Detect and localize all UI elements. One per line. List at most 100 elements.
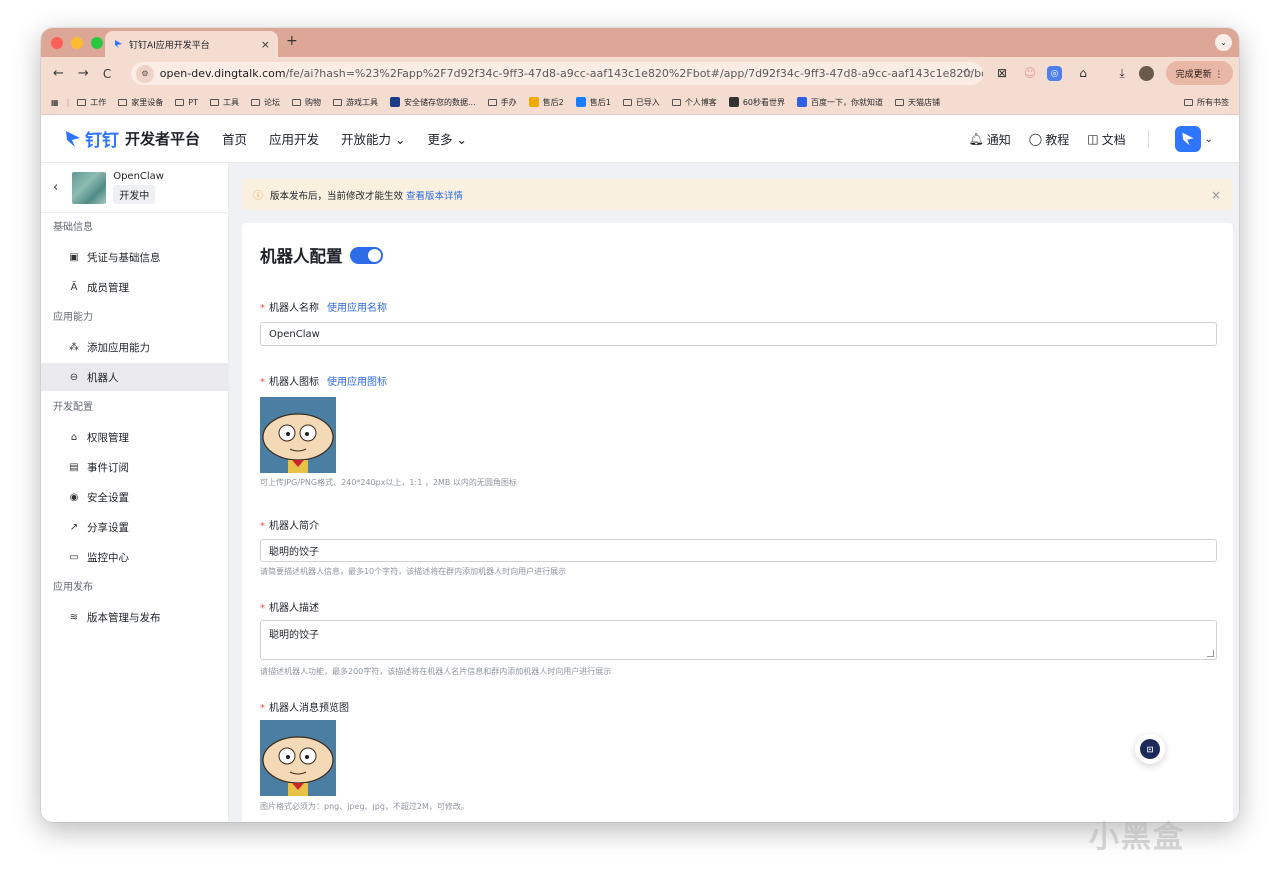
browser-tab-active[interactable]: 钉钉AI应用开发平台 × bbox=[105, 31, 278, 57]
bookmark-item[interactable]: 工作 bbox=[77, 97, 106, 108]
use-app-name-link[interactable]: 使用应用名称 bbox=[327, 303, 387, 314]
new-tab-button[interactable]: + bbox=[286, 33, 298, 49]
notice-banner: ⓘ 版本发布后，当前修改才能生效 查看版本详情 × bbox=[242, 179, 1233, 210]
notice-close-icon[interactable]: × bbox=[1211, 188, 1221, 202]
app-thumbnail bbox=[72, 171, 107, 204]
window-controls bbox=[51, 37, 103, 49]
bookmark-item[interactable]: 手办 bbox=[487, 97, 517, 108]
bookmark-label: 家里设备 bbox=[131, 97, 164, 107]
notify-button[interactable]: 🔔︎ 通知 bbox=[969, 131, 1011, 148]
bookmark-item[interactable]: 游戏工具 bbox=[332, 97, 378, 108]
folder-icon bbox=[895, 98, 904, 106]
bookmark-item[interactable]: 购物 bbox=[291, 97, 321, 108]
downloads-icon[interactable]: ⤓ bbox=[1113, 64, 1131, 82]
robot-enable-toggle[interactable] bbox=[349, 246, 383, 264]
add-capability-icon: ⁂ bbox=[69, 341, 79, 353]
avatar-chevron-down-icon[interactable]: ⌄ bbox=[1205, 134, 1213, 145]
sidebar-item-label: 安全设置 bbox=[87, 491, 129, 504]
sidebar-item[interactable]: ↗ 分享设置 bbox=[41, 513, 228, 541]
robot-icon-hint: 可上传JPG/PNG格式、240*240px以上，1:1 ，2MB 以内的无圆角… bbox=[260, 478, 517, 487]
assistant-floating-button[interactable]: ⊡ bbox=[1135, 734, 1165, 764]
bookmark-item[interactable]: 工具 bbox=[209, 97, 239, 108]
nav-more[interactable]: 更多 ⌄ bbox=[428, 129, 467, 148]
bookmark-label: 百度一下，你就知道 bbox=[811, 97, 883, 107]
sidebar-item[interactable]: ⁂ 添加应用能力 bbox=[41, 333, 228, 361]
robot-name-label-text: 机器人名称 bbox=[269, 303, 319, 314]
robot-name-input[interactable]: OpenClaw bbox=[260, 322, 1217, 346]
required-mark: * bbox=[260, 377, 265, 388]
nav-app-dev[interactable]: 应用开发 bbox=[269, 129, 319, 148]
extensions-puzzle-icon[interactable]: ⌂ bbox=[1074, 64, 1092, 82]
docs-button[interactable]: ◫ 文档 bbox=[1087, 131, 1125, 148]
complete-update-button[interactable]: 完成更新 ⋮ bbox=[1166, 61, 1233, 85]
bookmarks-bar: ▦ | 工作 家里设备 PT 工具 论坛 购物 游戏工具 安全储存您的数据... 手办 售后2 售后… bbox=[41, 90, 1239, 115]
bookmark-item[interactable]: 售后2 bbox=[528, 97, 564, 108]
app-summary: ‹ OpenClaw 开发中 bbox=[41, 163, 228, 213]
bookmark-item[interactable]: 60秒看世界 bbox=[728, 97, 785, 108]
bookmark-item[interactable]: 家里设备 bbox=[118, 97, 163, 108]
user-avatar[interactable] bbox=[1174, 126, 1201, 152]
lock-icon: ⌂ bbox=[70, 431, 78, 443]
robot-intro-input[interactable]: 聪明的饺子 bbox=[260, 539, 1217, 562]
site-info-icon[interactable]: ⚙ bbox=[136, 64, 154, 83]
sidebar-item[interactable]: ⌂ 权限管理 bbox=[41, 423, 228, 451]
back-arrow-icon[interactable]: ← bbox=[53, 66, 64, 81]
sidebar-item[interactable]: Ä 成员管理 bbox=[41, 273, 228, 301]
view-version-details-link[interactable]: 查看版本详情 bbox=[406, 188, 463, 202]
extension-cat-icon[interactable]: ☺ bbox=[1021, 64, 1039, 82]
bookmark-item[interactable]: 百度一下，你就知道 bbox=[797, 97, 883, 108]
apps-grid-icon[interactable]: ▦ bbox=[51, 98, 59, 107]
reload-icon[interactable]: C bbox=[103, 67, 111, 81]
dingtalk-logo[interactable]: 钉钉 开发者平台 bbox=[65, 126, 200, 151]
sidebar-item[interactable]: ⊖ 机器人 bbox=[41, 363, 228, 391]
back-chevron-icon[interactable]: ‹ bbox=[53, 180, 58, 195]
minimize-window-button[interactable] bbox=[71, 37, 83, 49]
robot-icon-label: * 机器人图标 使用应用图标 bbox=[260, 373, 387, 388]
bookmark-item[interactable]: 安全储存您的数据... bbox=[389, 97, 476, 108]
logo-dingtalk-text: 钉钉 bbox=[85, 131, 119, 151]
tab-search-button[interactable]: ⌄ bbox=[1215, 34, 1232, 51]
forward-arrow-icon[interactable]: → bbox=[78, 66, 89, 81]
tab-close-icon[interactable]: × bbox=[261, 38, 270, 51]
bookmark-item[interactable]: 论坛 bbox=[250, 97, 280, 108]
bookmark-label: 游戏工具 bbox=[345, 97, 378, 107]
bookmark-item[interactable]: 个人博客 bbox=[671, 97, 717, 108]
maximize-window-button[interactable] bbox=[91, 37, 103, 49]
robot-icon: ⊖ bbox=[69, 371, 79, 383]
page-title: 机器人配置 bbox=[260, 243, 383, 267]
folder-icon bbox=[291, 98, 301, 106]
nav-open-capabilities[interactable]: 开放能力 ⌄ bbox=[341, 129, 405, 148]
extension-x-icon[interactable]: ⊠ bbox=[993, 64, 1011, 82]
robot-desc-textarea[interactable]: 聪明的饺子 bbox=[260, 620, 1217, 660]
bookmark-item[interactable]: 天猫店铺 bbox=[895, 97, 940, 108]
sidebar-item[interactable]: ◉ 安全设置 bbox=[41, 483, 228, 511]
sidebar-item[interactable]: ≋ 版本管理与发布 bbox=[41, 603, 228, 631]
sidebar-item[interactable]: ▭ 监控中心 bbox=[41, 543, 228, 571]
required-mark: * bbox=[260, 303, 265, 314]
bell-icon: 🔔︎ bbox=[968, 132, 984, 146]
bookmark-item[interactable]: 已导入 bbox=[622, 97, 660, 108]
all-bookmarks-button[interactable]: 所有书签 bbox=[1184, 97, 1229, 108]
address-bar[interactable]: ⚙ open-dev.dingtalk.com/fe/ai?hash=%23%2… bbox=[131, 62, 983, 85]
robot-config-panel: 机器人配置 * 机器人名称 使用应用名称 OpenClaw * 机器人图标 使用应用图标 bbox=[242, 223, 1233, 822]
extension-blue-icon[interactable]: ◎ bbox=[1047, 66, 1062, 81]
tutorial-button[interactable]: ◯ 教程 bbox=[1029, 131, 1069, 148]
app-name: OpenClaw bbox=[113, 171, 164, 182]
folder-icon bbox=[118, 98, 128, 106]
member-icon: Ä bbox=[70, 281, 78, 293]
robot-name-label: * 机器人名称 使用应用名称 bbox=[260, 299, 387, 314]
close-window-button[interactable] bbox=[51, 37, 63, 49]
bookmark-star-icon[interactable]: ☆ bbox=[961, 66, 973, 81]
sidebar-item-label: 分享设置 bbox=[87, 521, 129, 534]
share-icon: ↗ bbox=[69, 521, 79, 533]
sidebar-item[interactable]: ▣ 凭证与基础信息 bbox=[41, 243, 228, 271]
robot-icon-image[interactable] bbox=[260, 397, 336, 473]
folder-icon bbox=[332, 98, 342, 106]
use-app-icon-link[interactable]: 使用应用图标 bbox=[327, 377, 387, 388]
bookmark-item[interactable]: PT bbox=[175, 98, 198, 107]
profile-avatar-icon[interactable] bbox=[1139, 66, 1154, 81]
robot-preview-image[interactable] bbox=[260, 720, 336, 796]
sidebar-item[interactable]: ▤ 事件订阅 bbox=[41, 453, 228, 481]
bookmark-item[interactable]: 售后1 bbox=[575, 97, 611, 108]
nav-home[interactable]: 首页 bbox=[222, 129, 247, 148]
